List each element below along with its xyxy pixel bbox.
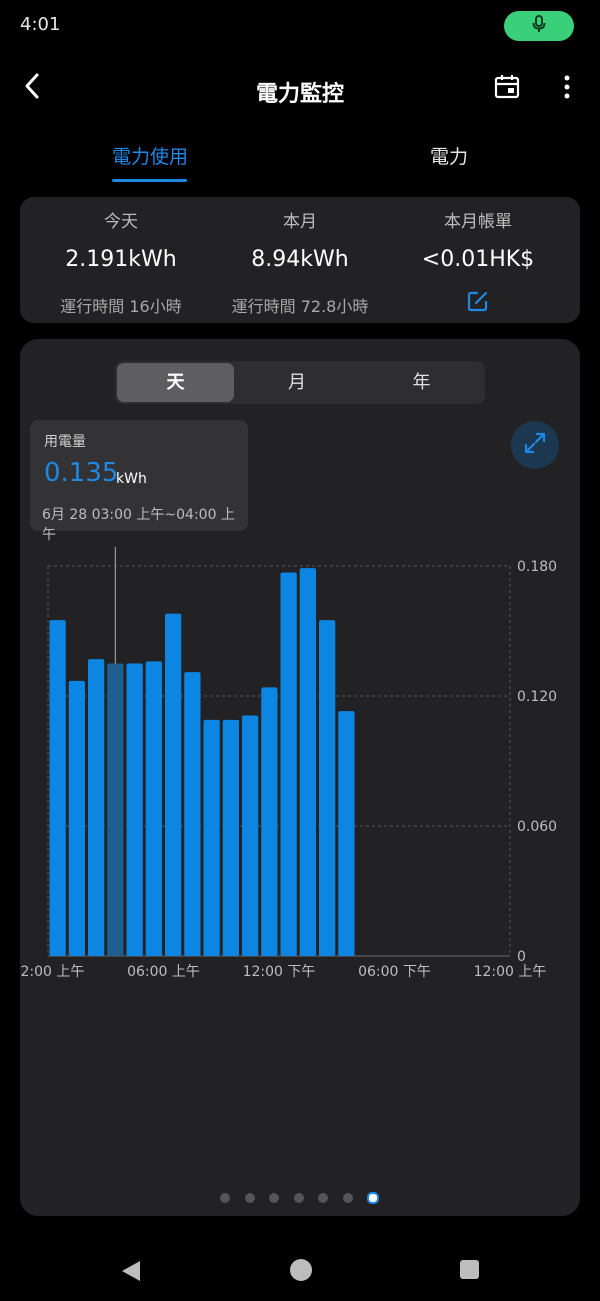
summary-today-runtime: 運行時間 16小時 <box>60 297 182 316</box>
page-dot[interactable] <box>220 1193 230 1203</box>
summary-month: 本月 8.94kWh 運行時間 72.8小時 <box>207 197 393 323</box>
summary-today-value: 2.191kWh <box>65 247 177 272</box>
tooltip-time: 6月 28 03:00 上午~04:00 上午 <box>42 507 235 543</box>
range-day-button[interactable]: 天 <box>117 363 234 402</box>
page-dot[interactable] <box>293 1193 304 1203</box>
usage-bar-chart[interactable]: 0 0.060 0.120 0.180 12:00 上午 06:00 上午 12:00 下午… <box>20 539 580 989</box>
expand-chart-button[interactable] <box>511 421 559 469</box>
x-tick-label: 12:00 上午 <box>20 964 84 980</box>
range-month-button[interactable]: 月 <box>237 361 357 404</box>
chart-tooltip: 用電量 0.135 kWh 6月 28 03:00 上午~04:00 上午 <box>30 420 248 543</box>
mic-indicator[interactable] <box>504 11 574 41</box>
chart-bar[interactable] <box>68 680 85 956</box>
expand-icon <box>523 431 547 459</box>
summary-bill: 本月帳單 <0.01HK$ <box>385 197 571 323</box>
triangle-back-icon <box>122 1261 140 1281</box>
y-tick-label: 0.060 <box>517 819 557 835</box>
y-tick-label: 0.120 <box>517 689 557 705</box>
summary-today: 今天 2.191kWh 運行時間 16小時 <box>28 197 214 323</box>
x-tick-label: 06:00 下午 <box>358 964 431 980</box>
tab-indicator <box>112 179 187 182</box>
system-nav-bar <box>0 1240 600 1301</box>
chart-bar[interactable] <box>242 715 259 957</box>
tooltip-label: 用電量 <box>44 434 86 450</box>
chart-bar[interactable] <box>165 613 182 956</box>
y-tick-label: 0 <box>517 949 526 965</box>
summary-month-label: 本月 <box>283 212 317 232</box>
calendar-icon <box>494 74 520 104</box>
chart-bar[interactable] <box>222 719 239 956</box>
status-time: 4:01 <box>20 14 61 35</box>
page-dot[interactable] <box>269 1193 279 1203</box>
page-indicator <box>20 1191 580 1205</box>
summary-today-label: 今天 <box>104 212 138 232</box>
page-dot[interactable] <box>367 1192 379 1204</box>
summary-bill-label: 本月帳單 <box>444 212 512 232</box>
nav-home-button[interactable] <box>290 1259 312 1281</box>
page-dot[interactable] <box>318 1193 328 1203</box>
range-selector: 天 月 年 <box>115 361 485 404</box>
nav-recents-button[interactable] <box>460 1260 479 1279</box>
tab-power[interactable]: 電力 <box>430 142 468 169</box>
mic-icon <box>532 15 546 37</box>
x-tick-label: 06:00 上午 <box>127 964 200 980</box>
chart-bar[interactable] <box>126 663 143 957</box>
more-vert-icon <box>564 75 570 103</box>
chart-bar[interactable] <box>299 568 316 956</box>
page-dot[interactable] <box>244 1193 255 1203</box>
tooltip-unit: kWh <box>116 471 147 487</box>
tooltip-value: 0.135 <box>44 458 119 488</box>
chart-bar[interactable] <box>319 620 336 956</box>
summary-bill-value: <0.01HK$ <box>421 247 535 272</box>
summary-month-value: 8.94kWh <box>251 247 349 272</box>
edit-bill-button[interactable] <box>465 290 491 316</box>
chart-bar[interactable] <box>184 672 201 956</box>
chart-bar[interactable] <box>49 620 66 956</box>
chart-bar[interactable] <box>107 663 124 957</box>
app-bar: 電力監控 <box>0 60 600 120</box>
chart-bar[interactable] <box>145 661 162 956</box>
nav-back-button[interactable] <box>120 1260 142 1286</box>
more-options-button[interactable] <box>552 72 582 106</box>
chart-bar[interactable] <box>338 711 355 956</box>
chart-bar[interactable] <box>203 719 220 956</box>
tab-bar: 電力使用 電力 <box>0 130 600 185</box>
summary-month-runtime: 運行時間 72.8小時 <box>231 297 369 316</box>
x-tick-label: 12:00 上午 <box>474 964 547 980</box>
chart-bar[interactable] <box>280 572 297 957</box>
edit-icon <box>467 290 489 316</box>
chart-bar[interactable] <box>88 659 105 956</box>
tab-power-usage[interactable]: 電力使用 <box>112 142 188 169</box>
chart-card: 天 月 年 用電量 0.135 kWh 6月 28 03:00 上午~04:00… <box>20 339 580 1216</box>
x-tick-label: 12:00 下午 <box>243 964 316 980</box>
status-bar: 4:01 <box>0 0 600 50</box>
summary-card: 今天 2.191kWh 運行時間 16小時 本月 8.94kWh 運行時間 72… <box>20 197 580 323</box>
range-year-button[interactable]: 年 <box>360 361 483 404</box>
y-tick-label: 0.180 <box>517 559 557 575</box>
chart-bar[interactable] <box>261 687 278 956</box>
page-dot[interactable] <box>342 1193 353 1203</box>
calendar-button[interactable] <box>490 72 524 106</box>
